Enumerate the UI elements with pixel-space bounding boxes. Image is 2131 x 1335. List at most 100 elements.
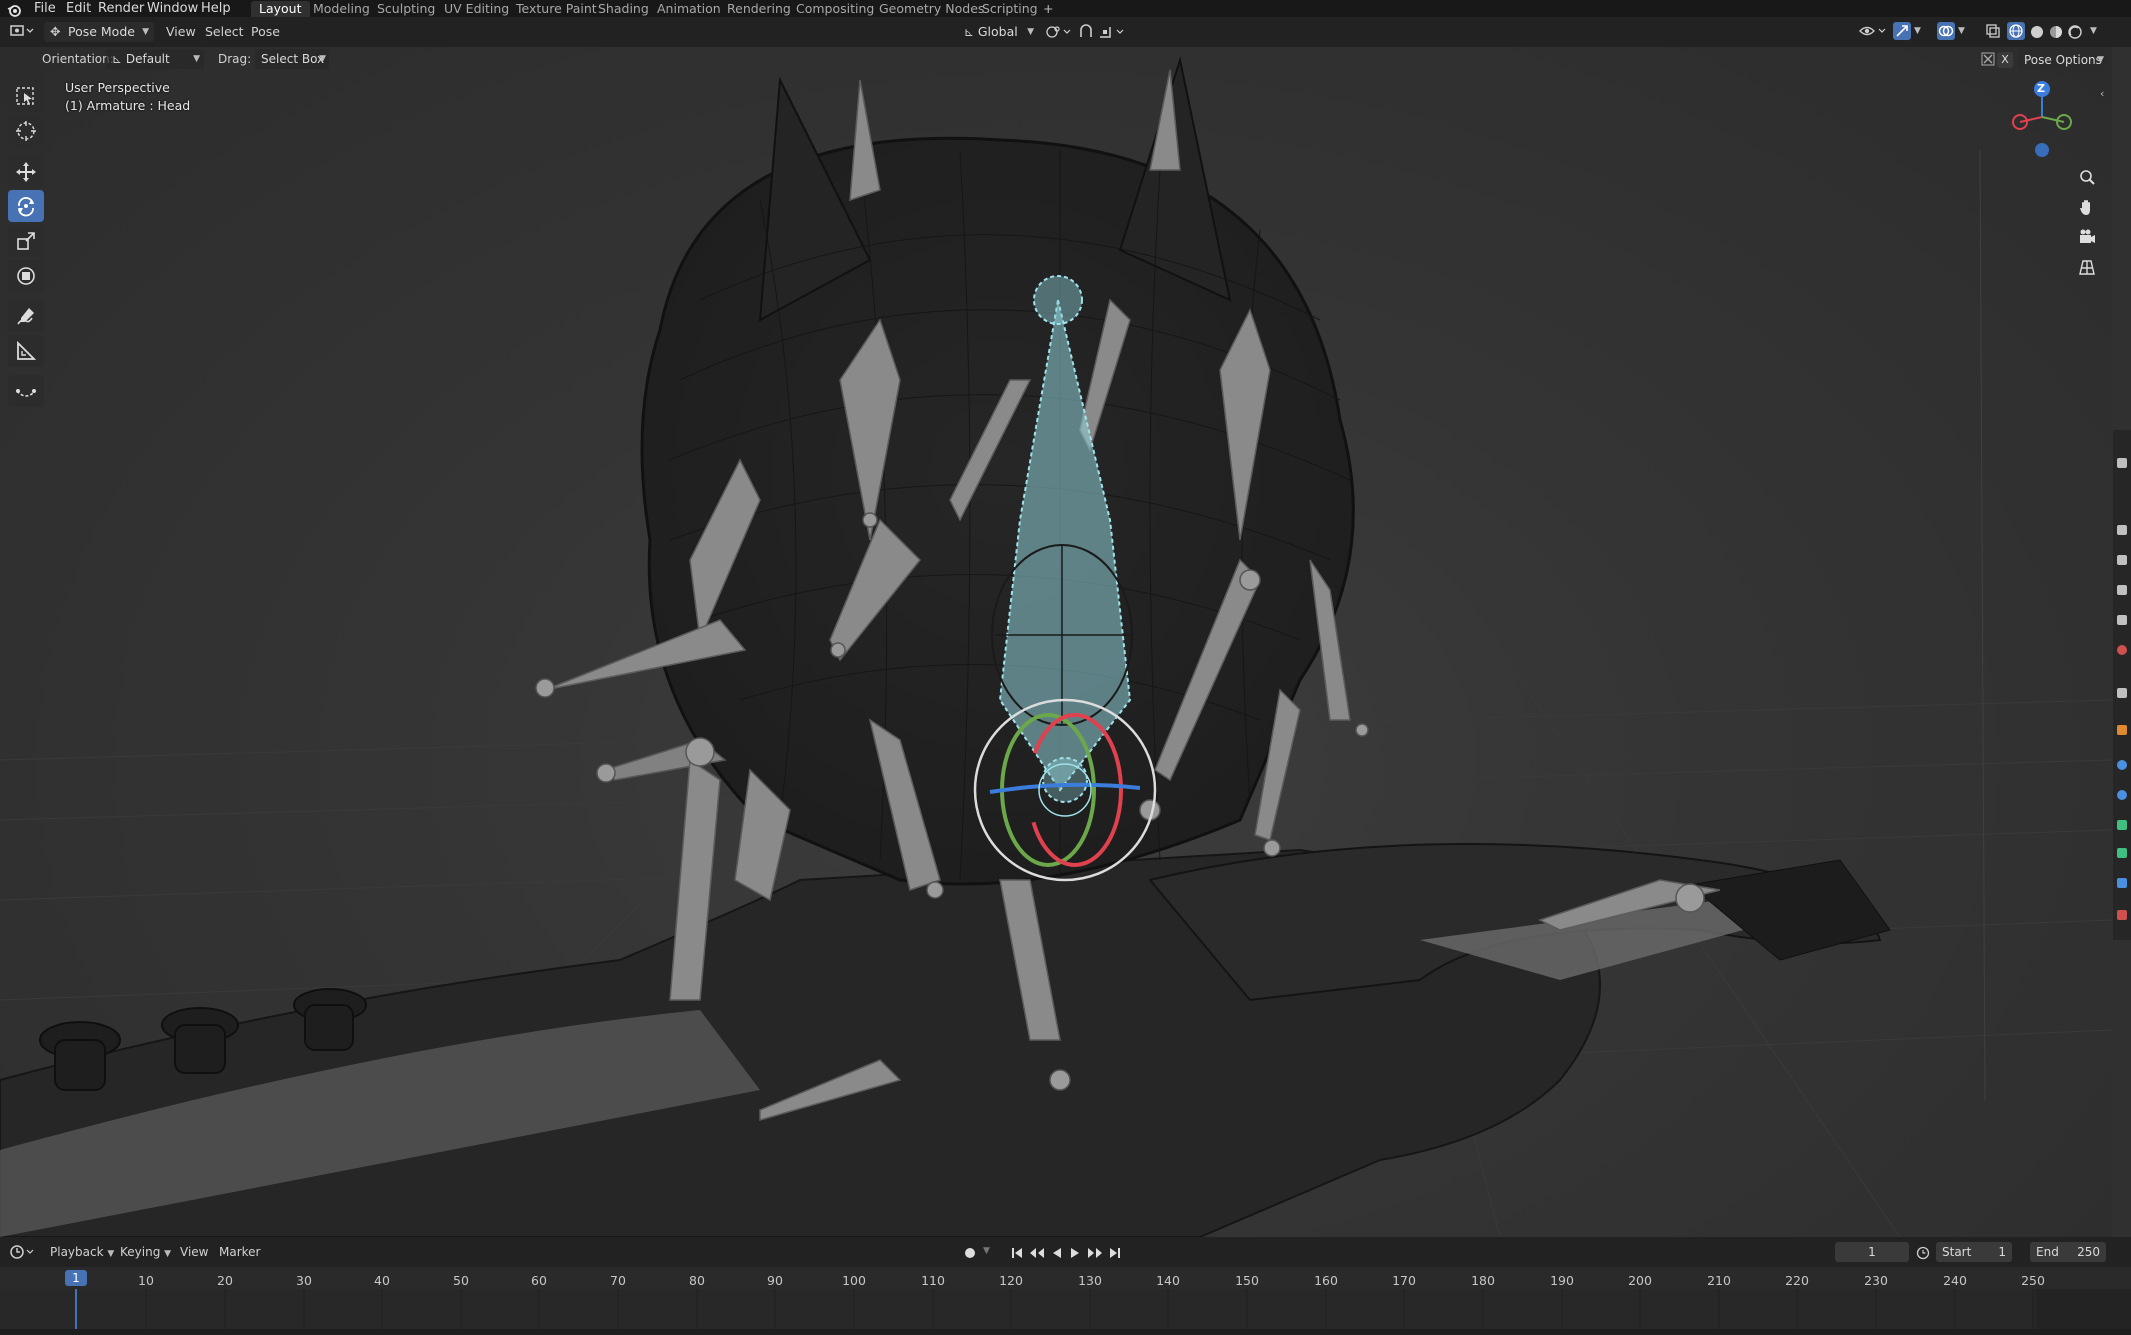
overlays-toggle-icon[interactable] (1937, 22, 1955, 40)
texture-tab-icon[interactable] (2117, 910, 2127, 920)
tick-label: 190 (1550, 1273, 1574, 1288)
modifier-tab-icon[interactable] (2117, 760, 2127, 770)
navigation-gizmo[interactable] (2010, 77, 2082, 157)
menu-playback[interactable]: Playback ▼ (50, 1242, 114, 1264)
measure-tool[interactable] (8, 335, 44, 367)
overlays-dropdown-icon[interactable]: ▼ (1958, 26, 1965, 36)
world-tab-icon[interactable] (2117, 645, 2127, 655)
xray-toggle-icon[interactable] (1985, 23, 2001, 43)
scene-tab-icon[interactable] (2117, 615, 2127, 625)
jump-end-icon[interactable] (1108, 1245, 1122, 1264)
jump-keyframe-back-icon[interactable] (1028, 1245, 1046, 1264)
menu-view[interactable]: View (166, 22, 196, 42)
bone-tab-icon[interactable] (2117, 848, 2127, 858)
data-tab-icon[interactable] (2117, 820, 2127, 830)
snap-icon[interactable] (1078, 24, 1094, 44)
render-tab-icon[interactable] (2117, 525, 2127, 535)
tab-rendering[interactable]: Rendering (719, 1, 799, 17)
orientation-value: Default (125, 52, 170, 66)
shading-dropdown-icon[interactable]: ▼ (2090, 26, 2097, 36)
current-frame-field[interactable]: 1 (1835, 1242, 1909, 1262)
camera-view-icon[interactable] (2077, 227, 2097, 251)
perspective-toggle-icon[interactable] (2077, 257, 2097, 281)
sidebar-toggle-icon[interactable]: ‹ (2100, 87, 2104, 100)
mirror-x-toggle[interactable]: X (1997, 52, 2013, 68)
physics-tab-icon[interactable] (2117, 790, 2127, 800)
auto-key-dropdown-icon[interactable]: ▼ (983, 1246, 990, 1256)
jump-keyframe-forward-icon[interactable] (1086, 1245, 1104, 1264)
end-value: 250 (2077, 1245, 2100, 1259)
tab-modeling[interactable]: Modeling (305, 1, 378, 17)
orientation-dropdown[interactable]: ⊾ Default ▼ (106, 49, 204, 69)
tab-animation[interactable]: Animation (649, 1, 729, 17)
wireframe-shading-icon[interactable] (2007, 22, 2025, 40)
tick-label: 230 (1864, 1273, 1888, 1288)
tab-sculpting[interactable]: Sculpting (369, 1, 443, 17)
collection-tab-icon[interactable] (2117, 688, 2127, 698)
3d-viewport[interactable]: User Perspective (1) Armature : Head Z X… (0, 47, 2112, 1237)
menu-edit[interactable]: Edit (66, 1, 91, 16)
annotate-tool[interactable] (8, 300, 44, 332)
end-frame-field[interactable]: End 250 (2030, 1242, 2106, 1262)
menu-keying[interactable]: Keying ▼ (120, 1242, 171, 1264)
pan-hand-icon[interactable] (2077, 197, 2097, 221)
select-box-tool[interactable] (8, 80, 44, 112)
menu-marker[interactable]: Marker (219, 1242, 260, 1262)
mode-dropdown[interactable]: ✥ Pose Mode ▼ (44, 22, 154, 42)
object-tab-icon[interactable] (2117, 725, 2127, 735)
rotate-tool[interactable] (8, 190, 44, 222)
tick-label: 30 (296, 1273, 312, 1288)
scale-tool[interactable] (8, 225, 44, 257)
playhead-frame-badge[interactable]: 1 (65, 1270, 87, 1286)
add-workspace-button[interactable]: + (1035, 1, 1061, 17)
pivot-point-icon[interactable] (1045, 24, 1073, 44)
menu-help[interactable]: Help (201, 1, 231, 16)
editor-type-icon[interactable] (10, 23, 36, 43)
output-tab-icon[interactable] (2117, 555, 2127, 565)
play-reverse-icon[interactable] (1050, 1245, 1064, 1264)
menu-timeline-view[interactable]: View (180, 1242, 208, 1262)
snap-target-icon[interactable] (1098, 24, 1128, 44)
tab-uv-editing[interactable]: UV Editing (436, 1, 517, 17)
transform-tool[interactable] (8, 260, 44, 292)
orientation-label: Orientation: (42, 52, 114, 66)
solid-shading-icon[interactable] (2030, 24, 2044, 43)
menu-render[interactable]: Render (98, 1, 144, 16)
start-value: 1 (1998, 1245, 2006, 1259)
move-tool[interactable] (8, 156, 44, 188)
tab-compositing[interactable]: Compositing (788, 1, 882, 17)
preview-range-icon[interactable] (1916, 1245, 1930, 1264)
start-frame-field[interactable]: Start 1 (1936, 1242, 2012, 1262)
record-keyframe-icon[interactable] (963, 1245, 977, 1264)
timeline-area[interactable] (0, 1289, 2131, 1335)
gizmo-dropdown-icon[interactable]: ▼ (1914, 26, 1921, 36)
menu-file[interactable]: File (34, 1, 56, 16)
tool-tab-icon[interactable] (2117, 458, 2127, 468)
pose-options-dropdown[interactable]: Pose Options ▼ (2018, 50, 2108, 70)
viewport-scene[interactable] (0, 47, 2112, 1237)
tick-label: 220 (1785, 1273, 1809, 1288)
timeline-ruler[interactable]: 1 10 20 30 40 50 60 70 80 90 100 110 120… (0, 1267, 2131, 1289)
tab-shading[interactable]: Shading (590, 1, 657, 17)
tab-layout[interactable]: Layout (251, 1, 310, 17)
rendered-shading-icon[interactable] (2068, 24, 2082, 43)
pose-link-icon[interactable] (1980, 51, 1996, 71)
menu-pose[interactable]: Pose (251, 22, 280, 42)
transform-orientation-dropdown[interactable]: ⊾ Global ▼ (958, 22, 1038, 42)
bone-envelope-tool[interactable] (8, 375, 44, 407)
view-layer-tab-icon[interactable] (2117, 585, 2127, 595)
cursor-tool[interactable] (8, 115, 44, 147)
zoom-icon[interactable] (2077, 167, 2097, 191)
material-shading-icon[interactable] (2049, 24, 2063, 43)
menu-window[interactable]: Window (147, 1, 198, 16)
drag-label: Drag: (218, 52, 252, 66)
viewport-header: ✥ Pose Mode ▼ View Select Pose ⊾ Global … (0, 17, 2131, 47)
drag-dropdown[interactable]: Select Box ▼ (255, 49, 329, 69)
play-icon[interactable] (1068, 1245, 1082, 1264)
bone-constraint-tab-icon[interactable] (2117, 878, 2127, 888)
gizmo-toggle-icon[interactable] (1893, 22, 1911, 40)
jump-start-icon[interactable] (1010, 1245, 1024, 1264)
timeline-editor-icon[interactable] (10, 1244, 36, 1264)
visibility-icon[interactable] (1858, 23, 1888, 43)
menu-select[interactable]: Select (205, 22, 244, 42)
